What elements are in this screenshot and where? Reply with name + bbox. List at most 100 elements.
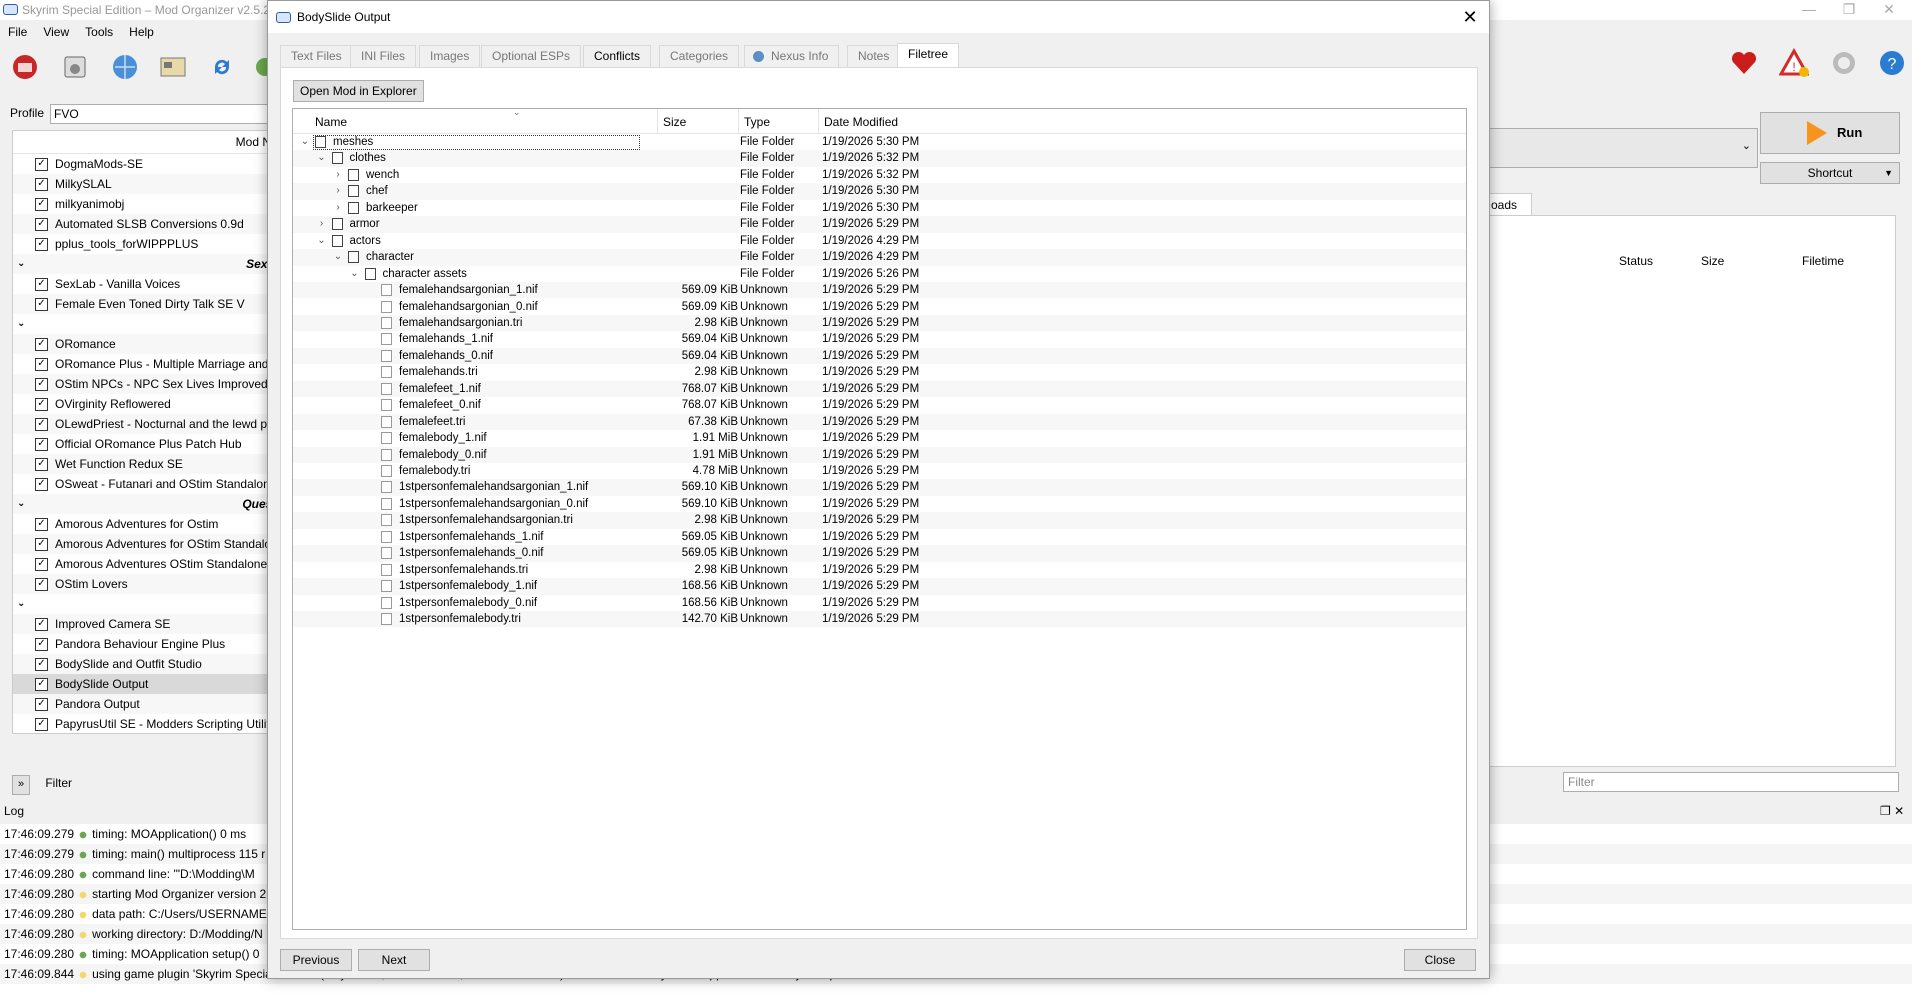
folder-row[interactable]: ⌄ clothes File Folder 1/19/2026 5:32 PM <box>293 150 1466 167</box>
mod-row[interactable]: ✓ OLewdPriest - Nocturnal and the lewd p <box>13 414 271 434</box>
mod-row[interactable]: ✓ MilkySLAL <box>13 174 271 194</box>
folder-row[interactable]: ⌄ actors File Folder 1/19/2026 4:29 PM <box>293 233 1466 249</box>
downloads-filter-input[interactable]: Filter <box>1563 772 1899 792</box>
mod-row[interactable]: ✓ Improved Camera SE <box>13 614 271 634</box>
chevron-right-icon[interactable]: › <box>332 167 344 183</box>
mod-row[interactable]: ✓ pplus_tools_forWIPPPLUS <box>13 234 271 254</box>
folder-row[interactable]: › barkeeper File Folder 1/19/2026 5:30 PM <box>293 200 1466 216</box>
tab-optional-esps[interactable]: Optional ESPs <box>481 45 582 67</box>
mod-enabled-checkbox[interactable]: ✓ <box>35 178 48 191</box>
type-column[interactable]: Type <box>744 115 770 129</box>
mod-enabled-checkbox[interactable]: ✓ <box>35 538 48 551</box>
file-row[interactable]: femalebody.tri 4.78 MiB Unknown 1/19/2026 5… <box>293 463 1466 479</box>
collapse-chevron-icon[interactable]: ⌄ <box>17 314 25 334</box>
restore-icon[interactable]: ❐ <box>1834 0 1864 20</box>
chevron-down-icon[interactable]: ⌄ <box>349 266 361 282</box>
file-row[interactable]: femalehands.tri 2.98 KiB Unknown 1/19/2026 … <box>293 364 1466 380</box>
mod-row[interactable]: ✓ Official ORomance Plus Patch Hub <box>13 434 271 454</box>
menu-file[interactable]: File <box>0 23 35 41</box>
mod-row[interactable]: ✓ Automated SLSB Conversions 0.9d <box>13 214 271 234</box>
mod-enabled-checkbox[interactable]: ✓ <box>35 618 48 631</box>
executable-select[interactable]: ⌄ <box>1488 128 1758 168</box>
mod-enabled-checkbox[interactable]: ✓ <box>35 638 48 651</box>
mod-enabled-checkbox[interactable]: ✓ <box>35 558 48 571</box>
tab-downloads[interactable]: oads <box>1488 193 1532 216</box>
folder-row[interactable]: › armor File Folder 1/19/2026 5:29 PM <box>293 216 1466 233</box>
update-icon[interactable] <box>1829 48 1859 78</box>
dialog-close-icon[interactable]: ✕ <box>1457 5 1483 29</box>
mod-enabled-checkbox[interactable]: ✓ <box>35 398 48 411</box>
collapse-chevron-icon[interactable]: ⌄ <box>17 494 25 514</box>
mod-row[interactable]: ✓ PapyrusUtil SE - Modders Scripting Util… <box>13 714 271 733</box>
menu-help[interactable]: Help <box>121 23 162 41</box>
mod-row[interactable]: ✓ OVirginity Reflowered <box>13 394 271 414</box>
next-button[interactable]: Next <box>358 949 430 971</box>
mod-row[interactable]: ✓ Pandora Behaviour Engine Plus <box>13 634 271 654</box>
downloads-status-column[interactable]: Status <box>1619 254 1653 268</box>
collapse-chevron-icon[interactable]: ⌄ <box>17 594 25 614</box>
mod-row[interactable]: ✓ ORomance <box>13 334 271 354</box>
folder-row[interactable]: ⌄ character assets File Folder 1/19/2026 5:… <box>293 266 1466 282</box>
chevron-right-icon[interactable]: › <box>332 183 344 199</box>
profile-select[interactable]: FVO <box>50 104 275 124</box>
file-row[interactable]: femalehandsargonian_0.nif 569.09 KiB Unkno… <box>293 299 1466 315</box>
file-row[interactable]: femalebody_1.nif 1.91 MiB Unknown 1/19/2026… <box>293 430 1466 446</box>
run-button[interactable]: Run <box>1760 112 1900 154</box>
help-icon[interactable]: ? <box>1877 48 1907 78</box>
mod-row[interactable]: ✓ OStim NPCs - NPC Sex Lives Improved <box>13 374 271 394</box>
float-icon[interactable]: ❐ <box>1880 804 1891 818</box>
mod-row[interactable]: ✓ ORomance Plus - Multiple Marriage and <box>13 354 271 374</box>
mod-row[interactable]: ✓ SexLab - Vanilla Voices <box>13 274 271 294</box>
install-mod-icon[interactable] <box>10 52 40 82</box>
mod-list[interactable]: Mod N ✓ DogmaMods-SE ✓ MilkySLAL ✓ milkyanimo… <box>12 130 272 734</box>
file-row[interactable]: 1stpersonfemalehandsargonian.tri 2.98 KiB… <box>293 512 1466 529</box>
close-log-icon[interactable]: ✕ <box>1894 804 1904 818</box>
size-column[interactable]: Size <box>663 115 686 129</box>
file-row[interactable]: 1stpersonfemalehands.tri 2.98 KiB Unknown 1… <box>293 562 1466 578</box>
executables-icon[interactable] <box>158 52 188 82</box>
mod-row[interactable]: ✓ Wet Function Redux SE <box>13 454 271 474</box>
downloads-filetime-column[interactable]: Filetime <box>1802 254 1844 268</box>
file-row[interactable]: 1stpersonfemalebody_1.nif 168.56 KiB Unkno… <box>293 578 1466 595</box>
collapse-chevron-icon[interactable]: ⌄ <box>17 254 25 274</box>
mod-row[interactable]: ✓ milkyanimobj <box>13 194 271 214</box>
name-column[interactable]: Name <box>315 115 347 129</box>
chevron-down-icon[interactable]: ⌄ <box>332 249 344 265</box>
file-row[interactable]: 1stpersonfemalehands_1.nif 569.05 KiB Unkn… <box>293 529 1466 545</box>
tab-nexus-info[interactable]: Nexus Info <box>744 45 840 67</box>
shortcut-button[interactable]: Shortcut ▼ <box>1760 162 1900 184</box>
mod-enabled-checkbox[interactable]: ✓ <box>35 238 48 251</box>
chevron-down-icon[interactable]: ⌄ <box>299 134 311 150</box>
mod-enabled-checkbox[interactable]: ✓ <box>35 518 48 531</box>
file-row[interactable]: femalehandsargonian_1.nif 569.09 KiB Unkno… <box>293 282 1466 299</box>
mod-enabled-checkbox[interactable]: ✓ <box>35 198 48 211</box>
file-tree[interactable]: ⌄ Name Size Type Date Modified ⌄ meshes Fi… <box>292 108 1467 930</box>
chevron-down-icon[interactable]: ⌄ <box>316 233 328 249</box>
mod-enabled-checkbox[interactable]: ✓ <box>35 578 48 591</box>
folder-row[interactable]: ⌄ character File Folder 1/19/2026 4:29 PM <box>293 249 1466 266</box>
file-row[interactable]: femalehandsargonian.tri 2.98 KiB Unknown 1/… <box>293 314 1466 332</box>
close-icon[interactable]: ✕ <box>1874 0 1904 20</box>
date-modified-column[interactable]: Date Modified <box>824 115 898 129</box>
mod-row[interactable]: ✓ OSweat - Futanari and OStim Standalone <box>13 474 271 494</box>
mod-name-column[interactable]: Mod N <box>236 135 271 149</box>
folder-row[interactable]: ⌄ meshes File Folder 1/19/2026 5:30 PM <box>293 134 1466 151</box>
mod-enabled-checkbox[interactable]: ✓ <box>35 678 48 691</box>
mod-enabled-checkbox[interactable]: ✓ <box>35 298 48 311</box>
file-row[interactable]: 1stpersonfemalebody_0.nif 168.56 KiB Unkno… <box>293 595 1466 611</box>
file-row[interactable]: femalefeet_0.nif 768.07 KiB Unknown 1/19/20… <box>293 397 1466 413</box>
file-row[interactable]: 1stpersonfemalehandsargonian_1.nif 569.10… <box>293 479 1466 496</box>
open-in-explorer-button[interactable]: Open Mod in Explorer <box>293 80 424 102</box>
chevron-right-icon[interactable]: › <box>316 216 328 232</box>
mod-row[interactable]: ✓ OStim Lovers <box>13 574 271 594</box>
mod-enabled-checkbox[interactable]: ✓ <box>35 418 48 431</box>
tab-images[interactable]: Images <box>419 45 481 67</box>
file-row[interactable]: femalehands_0.nif 569.04 KiB Unknown 1/19/2… <box>293 347 1466 365</box>
refresh-icon[interactable] <box>207 52 237 82</box>
folder-row[interactable]: › chef File Folder 1/19/2026 5:30 PM <box>293 183 1466 200</box>
file-row[interactable]: femalefeet.tri 67.38 KiB Unknown 1/19/2026 … <box>293 413 1466 431</box>
mod-row[interactable]: ✓ Amorous Adventures for Ostim <box>13 514 271 534</box>
chevron-down-icon[interactable]: ⌄ <box>316 150 328 166</box>
mod-enabled-checkbox[interactable]: ✓ <box>35 478 48 491</box>
file-row[interactable]: 1stpersonfemalebody.tri 142.70 KiB Unknown… <box>293 611 1466 628</box>
